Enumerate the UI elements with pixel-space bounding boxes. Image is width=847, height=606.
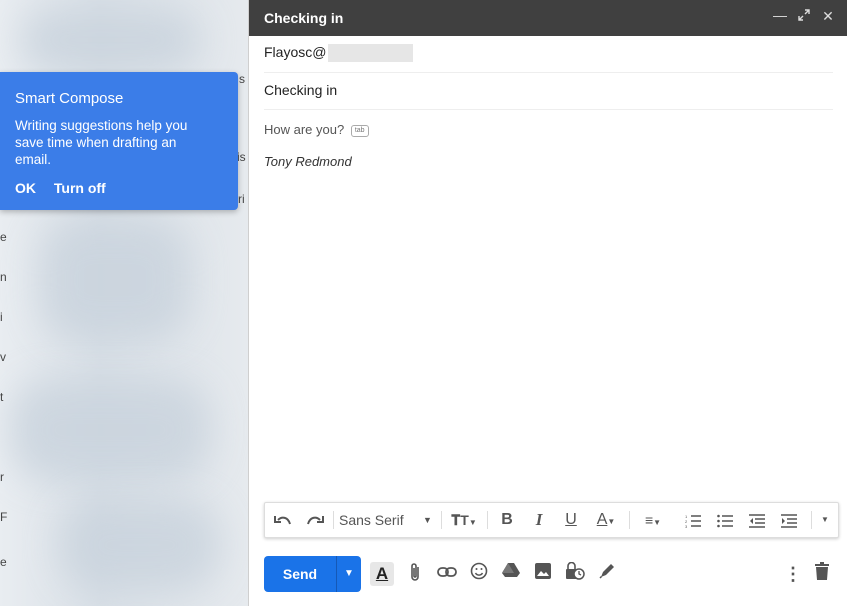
more-options-icon[interactable]: ⋮ — [781, 562, 805, 586]
recipients-field[interactable]: Flayosc@ — [264, 44, 833, 73]
align-icon[interactable]: ≡▼ — [635, 503, 671, 537]
send-button[interactable]: Send — [264, 556, 336, 592]
svg-text:3: 3 — [685, 524, 688, 528]
compose-title: Checking in — [264, 10, 344, 26]
turn-off-button[interactable]: Turn off — [54, 180, 106, 196]
bg-fragment: v — [0, 350, 6, 364]
link-icon[interactable] — [435, 562, 459, 586]
font-select[interactable]: Sans Serif ▼ — [339, 503, 439, 537]
close-icon[interactable]: ✕ — [819, 8, 837, 25]
expand-icon[interactable] — [795, 8, 813, 24]
bg-fragment: t — [0, 390, 4, 404]
subject-field[interactable]: Checking in — [264, 82, 833, 110]
bg-fragment: n — [0, 270, 7, 284]
text-size-icon[interactable]: 𝐓T▼ — [445, 503, 483, 537]
indent-more-icon[interactable] — [775, 503, 803, 537]
bg-fragment: F — [0, 510, 8, 524]
ok-button[interactable]: OK — [15, 180, 36, 196]
confidential-mode-icon[interactable] — [563, 561, 587, 586]
undo-icon[interactable] — [269, 503, 297, 537]
bg-fragment: is — [237, 150, 246, 164]
smart-compose-body: Writing suggestions help you save time w… — [15, 118, 188, 167]
bg-fragment: s — [239, 72, 245, 86]
signature-pen-icon[interactable] — [595, 562, 619, 586]
signature: Tony Redmond — [264, 154, 352, 169]
formatting-options-icon[interactable]: A — [370, 562, 394, 586]
bg-fragment: ri — [238, 192, 245, 206]
bulleted-list-icon[interactable] — [711, 503, 739, 537]
body-text: How are you? — [264, 122, 345, 137]
recipient-redacted — [328, 44, 414, 63]
bold-icon[interactable]: B — [493, 503, 521, 537]
formatting-toolbar: Sans Serif ▼ 𝐓T▼ B I U A▼ ≡▼ 123 ▼ — [264, 502, 839, 538]
font-select-label: Sans Serif — [339, 512, 404, 528]
message-body[interactable]: How are you? tab — [264, 122, 369, 137]
bg-fragment: e — [0, 555, 7, 569]
chevron-down-icon: ▼ — [423, 515, 432, 525]
bg-fragment: i — [0, 310, 3, 324]
smart-compose-popup: Smart Compose Writing suggestions help y… — [0, 72, 238, 210]
tab-hint-badge: tab — [350, 124, 369, 137]
indent-less-icon[interactable] — [743, 503, 771, 537]
drive-icon[interactable] — [499, 562, 523, 586]
discard-draft-icon[interactable] — [810, 562, 834, 586]
attach-icon[interactable] — [403, 562, 427, 586]
underline-icon[interactable]: U — [557, 503, 585, 537]
numbered-list-icon[interactable]: 123 — [679, 503, 707, 537]
emoji-icon[interactable] — [467, 562, 491, 586]
text-color-icon[interactable]: A▼ — [589, 503, 623, 537]
subject-text: Checking in — [264, 82, 338, 98]
compose-window: Checking in — ✕ Flayosc@ Checking in How… — [248, 0, 847, 606]
insert-photo-icon[interactable] — [531, 562, 555, 586]
send-options-icon[interactable]: ▼ — [336, 556, 361, 592]
bg-fragment: e — [0, 230, 7, 244]
more-formatting-icon[interactable]: ▼ — [815, 503, 835, 537]
italic-icon[interactable]: I — [525, 503, 553, 537]
minimize-icon[interactable]: — — [771, 7, 789, 23]
redo-icon[interactable] — [301, 503, 329, 537]
bg-fragment: r — [0, 470, 4, 484]
compose-header: Checking in — ✕ — [249, 0, 847, 36]
smart-compose-title: Smart Compose — [15, 90, 124, 107]
recipient-text: Flayosc@ — [264, 44, 327, 60]
